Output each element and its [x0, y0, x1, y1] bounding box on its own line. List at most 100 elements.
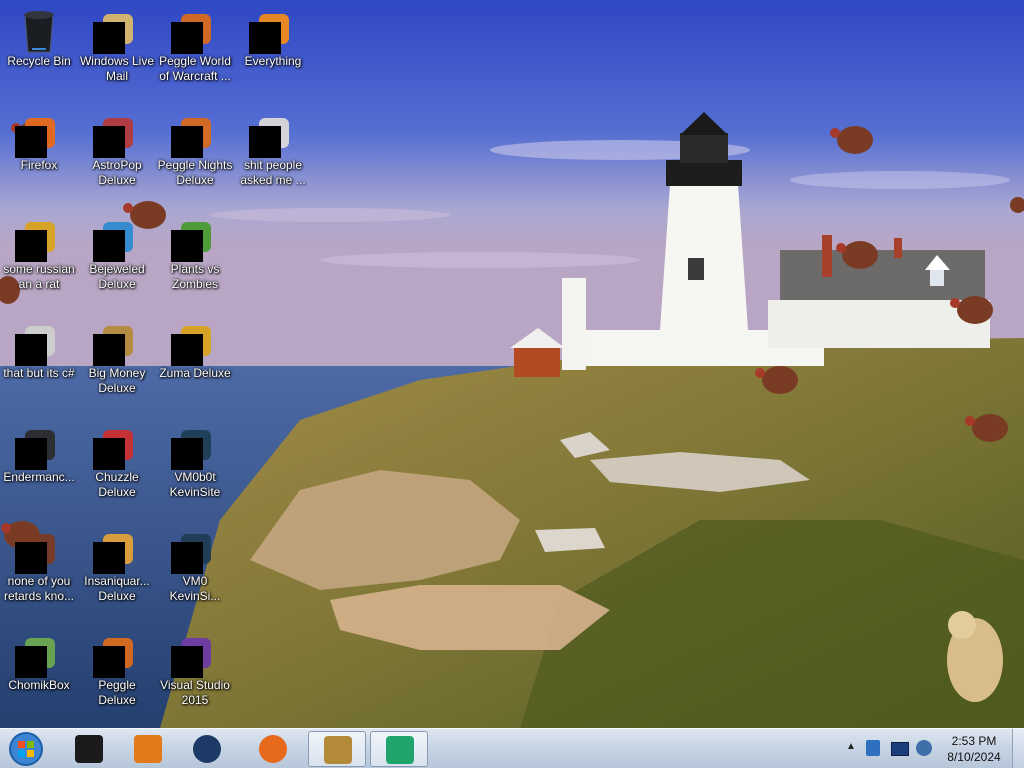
desktop-icon[interactable]: Endermanc...	[0, 420, 78, 520]
monitor-icon[interactable]	[891, 742, 909, 756]
globe-icon	[193, 735, 221, 763]
desktop-icon[interactable]: Bejeweled Deluxe	[78, 212, 156, 312]
redaction-box	[93, 334, 125, 366]
desktop-icon[interactable]: Big Money Deluxe	[78, 316, 156, 416]
turkey-icon	[1010, 197, 1024, 213]
redaction-box	[15, 334, 47, 366]
redaction-box	[15, 646, 47, 678]
recycle-bin-icon	[19, 10, 59, 53]
redaction-box	[93, 230, 125, 262]
desktop[interactable]: Recycle Bin Windows Live Mail Peggle World…	[0, 0, 1024, 768]
desktop-icon[interactable]: shit people asked me ...	[234, 108, 312, 208]
redaction-box	[93, 438, 125, 470]
taskbar-button-media-player[interactable]	[119, 731, 177, 767]
desktop-icon-label: Insaniquar... Deluxe	[84, 574, 150, 603]
desktop-icon[interactable]: Chuzzle Deluxe	[78, 420, 156, 520]
desktop-icon-label: Firefox	[20, 158, 58, 172]
desktop-icon-label: Windows Live Mail	[79, 54, 155, 83]
redaction-box	[15, 230, 47, 262]
desktop-icon-label: Visual Studio 2015	[160, 678, 230, 707]
desktop-icon[interactable]: Insaniquar... Deluxe	[78, 524, 156, 624]
desktop-icon[interactable]: Plants vs Zombies	[156, 212, 234, 312]
desktop-icon[interactable]: Visual Studio 2015	[156, 628, 234, 728]
taskbar: ▲ 2:53 PM 8/10/2024	[0, 728, 1024, 768]
money-bag-icon	[324, 736, 352, 764]
volume-icon[interactable]	[916, 740, 932, 756]
desktop-icon-label: Zuma Deluxe	[159, 366, 231, 380]
taskbar-button-package[interactable]	[370, 731, 428, 767]
firefox-icon	[259, 735, 287, 763]
redaction-box	[171, 438, 203, 470]
redaction-box	[249, 22, 281, 54]
desktop-icon[interactable]: some russian an a rat	[0, 212, 78, 312]
taskbar-button-globe[interactable]	[178, 731, 236, 767]
show-desktop-button[interactable]	[1012, 729, 1024, 768]
turkey-icon	[836, 241, 878, 269]
windows-orb-icon	[9, 732, 43, 766]
taskbar-button-big-money[interactable]	[308, 731, 366, 767]
desktop-icon-label: Big Money Deluxe	[88, 366, 146, 395]
desktop-icon[interactable]: that but its c#	[0, 316, 78, 416]
desktop-icon-label: Bejeweled Deluxe	[89, 262, 145, 291]
desktop-icon-label: VM0b0t KevinSite	[169, 470, 221, 499]
desktop-icon[interactable]: VM0 KevinSi...	[156, 524, 234, 624]
desktop-icon[interactable]: Everything	[234, 4, 312, 104]
desktop-icon-label: Endermanc...	[3, 470, 75, 484]
redaction-box	[15, 542, 47, 574]
desktop-icon[interactable]: AstroPop Deluxe	[78, 108, 156, 208]
desktop-icon[interactable]: Windows Live Mail	[78, 4, 156, 104]
turkey-icon	[965, 414, 1008, 442]
desktop-icon[interactable]: Recycle Bin	[0, 4, 78, 104]
redaction-box	[93, 646, 125, 678]
redaction-box	[171, 646, 203, 678]
desktop-icon[interactable]: Firefox	[0, 108, 78, 208]
desktop-icon-label: Recycle Bin	[7, 54, 71, 68]
desktop-icon-label: Chuzzle Deluxe	[95, 470, 139, 499]
redaction-box	[15, 126, 47, 158]
redaction-box	[171, 22, 203, 54]
desktop-icon-label: VM0 KevinSi...	[169, 574, 221, 603]
turkey-icon	[755, 366, 798, 394]
turkey-icon	[950, 296, 993, 324]
desktop-icon-label: none of you retards kno...	[3, 574, 75, 603]
desktop-icon[interactable]: Peggle Deluxe	[78, 628, 156, 728]
hamster-icon	[947, 611, 1003, 702]
redaction-box	[171, 126, 203, 158]
desktop-icon-label: AstroPop Deluxe	[92, 158, 142, 187]
redaction-box	[171, 334, 203, 366]
desktop-icon-label: shit people asked me ...	[240, 158, 306, 187]
desktop-icon[interactable]: Peggle World of Warcraft ...	[156, 4, 234, 104]
terminal-icon	[75, 735, 103, 763]
desktop-icon-label: Peggle Deluxe	[98, 678, 136, 707]
package-icon	[386, 736, 414, 764]
redaction-box	[15, 438, 47, 470]
desktop-icon-label: some russian an a rat	[3, 262, 75, 291]
redaction-box	[171, 230, 203, 262]
desktop-icon[interactable]: VM0b0t KevinSite	[156, 420, 234, 520]
start-button[interactable]	[6, 730, 46, 768]
clock-time: 2:53 PM	[951, 734, 997, 748]
desktop-icon[interactable]: none of you retards kno...	[0, 524, 78, 624]
clock-date: 8/10/2024	[947, 750, 1001, 764]
taskbar-button-firefox[interactable]	[244, 731, 302, 767]
desktop-icon-label: ChomikBox	[8, 678, 70, 692]
clock[interactable]: 2:53 PM 8/10/2024	[938, 733, 1010, 765]
show-hidden-icons-button[interactable]: ▲	[846, 741, 856, 752]
redaction-box	[249, 126, 281, 158]
network-icon[interactable]	[866, 740, 880, 756]
turkey-icon	[830, 126, 873, 154]
desktop-icon-label: Everything	[244, 54, 302, 68]
redaction-box	[171, 542, 203, 574]
desktop-icon-label: Plants vs Zombies	[170, 262, 220, 291]
media-player-icon	[134, 735, 162, 763]
redaction-box	[93, 542, 125, 574]
desktop-icon-label: Peggle Nights Deluxe	[157, 158, 233, 187]
desktop-icon[interactable]: ChomikBox	[0, 628, 78, 728]
desktop-icon[interactable]: Peggle Nights Deluxe	[156, 108, 234, 208]
desktop-icon[interactable]: Zuma Deluxe	[156, 316, 234, 416]
redaction-box	[93, 126, 125, 158]
redaction-box	[93, 22, 125, 54]
desktop-icon-label: that but its c#	[3, 366, 75, 380]
taskbar-button-terminal[interactable]	[60, 731, 118, 767]
desktop-icon-label: Peggle World of Warcraft ...	[159, 54, 231, 83]
